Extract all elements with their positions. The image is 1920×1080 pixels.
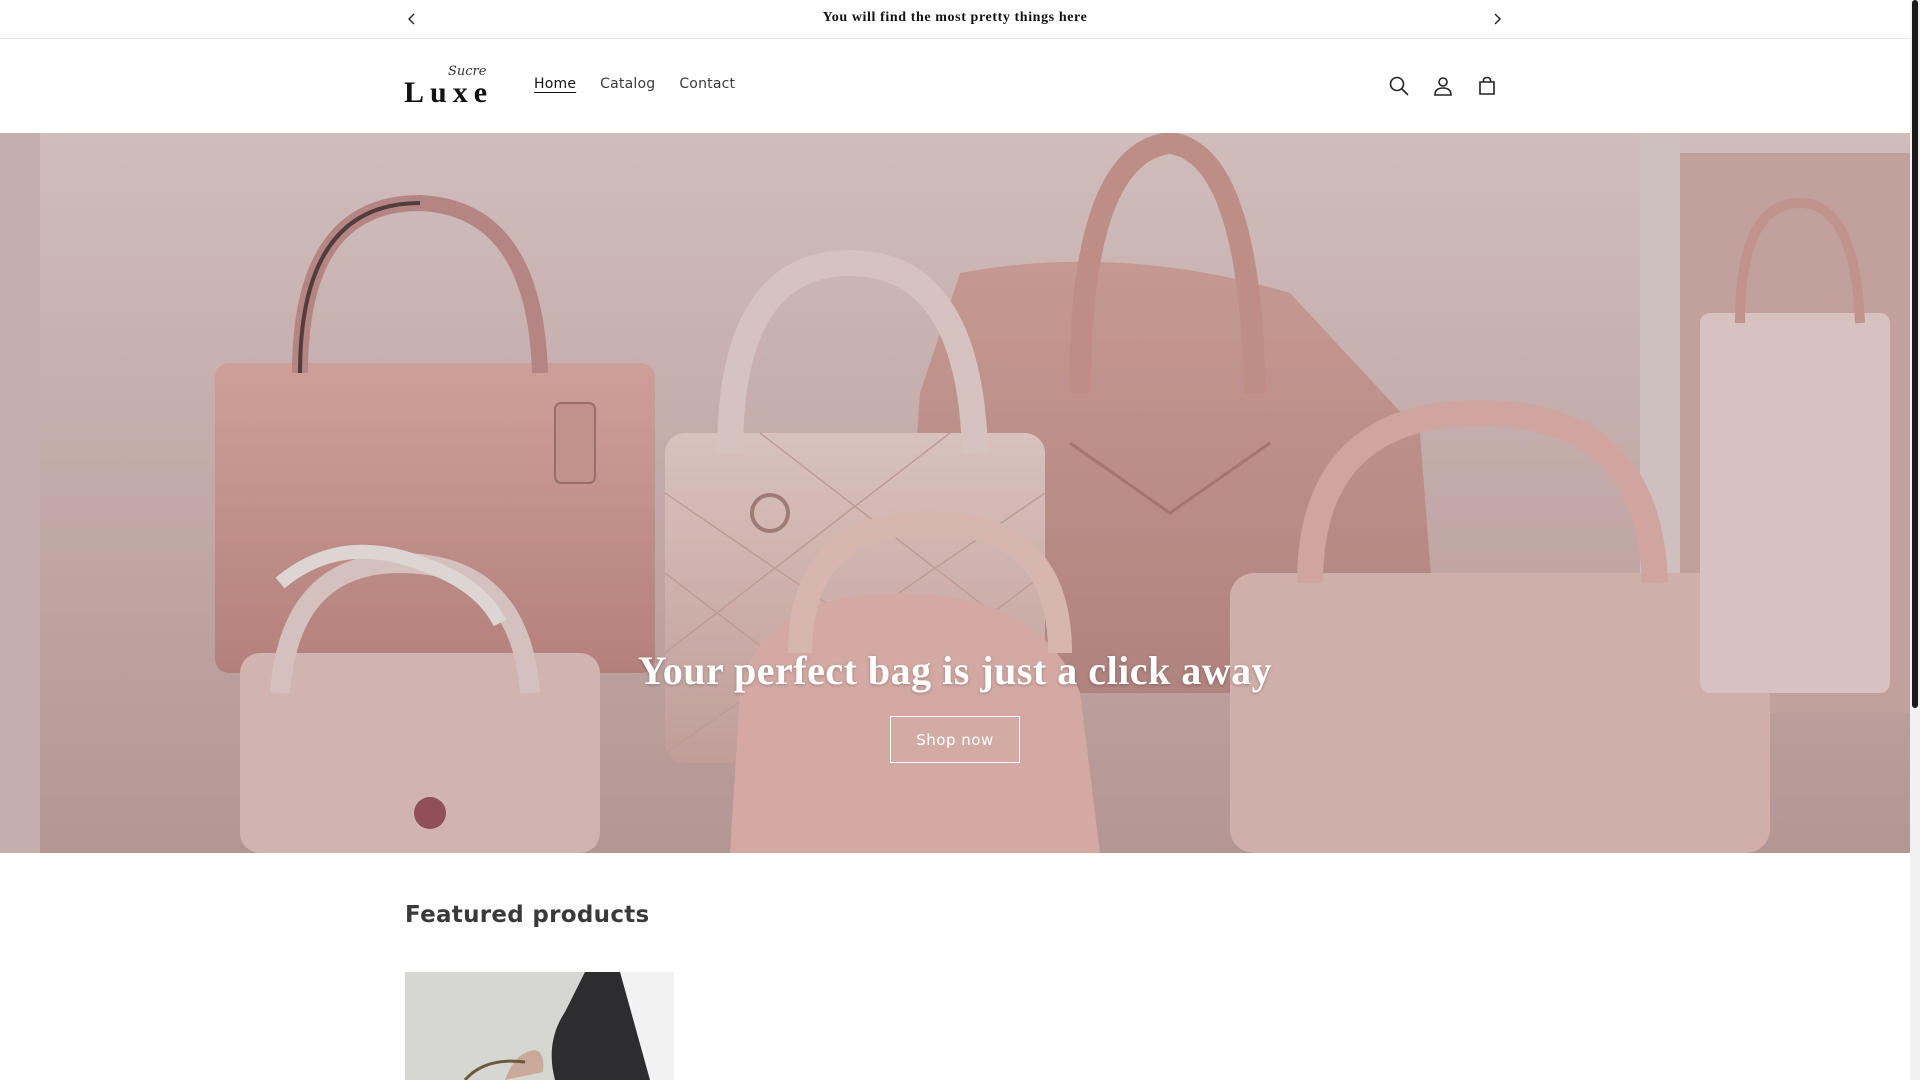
search-button[interactable]: [1385, 72, 1413, 100]
main-nav: Home Catalog Contact: [534, 76, 759, 92]
shop-now-button[interactable]: Shop now: [890, 716, 1020, 763]
site-header: Sucre Luxe Home Catalog Contact: [0, 39, 1910, 133]
hero-headline: Your perfect bag is just a click away: [637, 648, 1273, 693]
logo-wordmark: Luxe: [404, 76, 494, 109]
product-card[interactable]: [405, 972, 674, 1080]
nav-catalog-link[interactable]: Catalog: [600, 76, 655, 92]
announcement-text: You will find the most pretty things her…: [822, 10, 1088, 25]
hero-banner: Your perfect bag is just a click away Sh…: [0, 133, 1910, 853]
product-image: [405, 972, 674, 1080]
account-icon: [1434, 77, 1452, 96]
chevron-right-icon: [1494, 13, 1501, 25]
nav-contact-link[interactable]: Contact: [679, 76, 735, 92]
search-icon: [1389, 76, 1409, 96]
cart-icon: [1479, 76, 1495, 95]
cart-button[interactable]: [1473, 72, 1501, 100]
account-button[interactable]: [1429, 72, 1457, 100]
nav-home-link[interactable]: Home: [534, 76, 576, 92]
page-scrollbar[interactable]: [1910, 0, 1920, 1080]
featured-products-heading: Featured products: [405, 902, 650, 928]
scrollbar-thumb[interactable]: [1912, 0, 1918, 708]
store-logo[interactable]: Sucre Luxe: [404, 64, 496, 109]
announcement-next-button[interactable]: [1486, 8, 1508, 30]
announcement-bar: You will find the most pretty things her…: [0, 0, 1910, 39]
